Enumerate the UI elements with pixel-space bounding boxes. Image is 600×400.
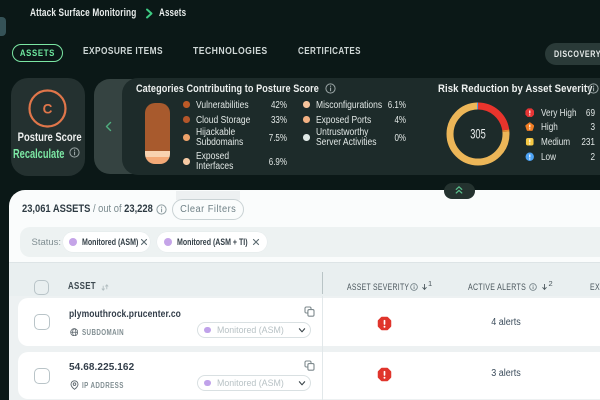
- svg-text:305: 305: [470, 127, 486, 142]
- svg-text:C: C: [42, 102, 52, 117]
